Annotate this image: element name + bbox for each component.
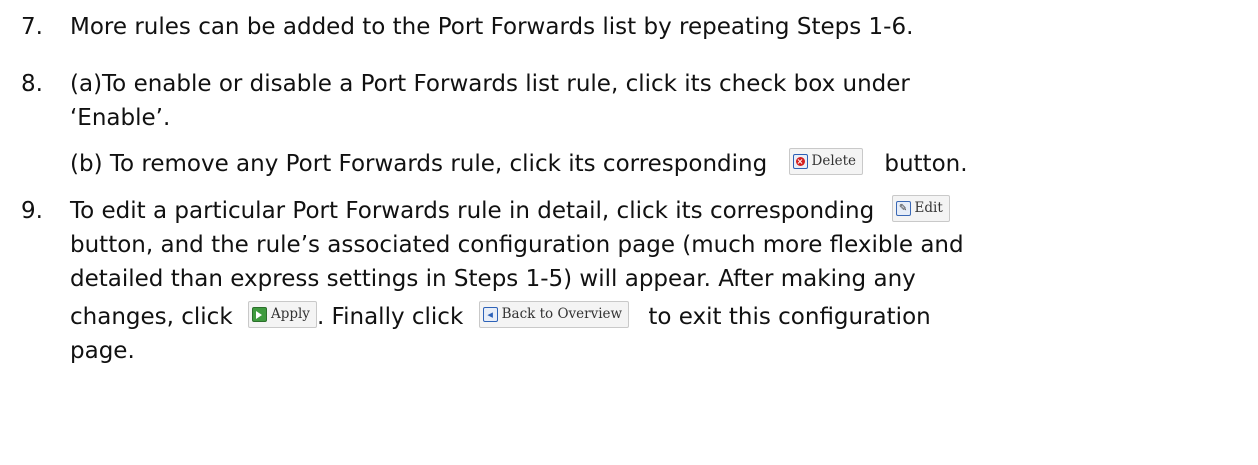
step-8-line-1: (a)To enable or disable a Port Forwards …: [70, 71, 910, 97]
step-9-line-5: page.: [70, 338, 135, 364]
edit-button-label: Edit: [914, 199, 943, 216]
step-9-line-3: detailed than express settings in Steps …: [70, 266, 916, 292]
delete-icon: ×: [792, 154, 808, 169]
step-number: 7.: [21, 14, 43, 40]
back-arrow-icon: ◂: [482, 307, 498, 322]
step-8-line-3-text: (b) To remove any Port Forwards rule, cl…: [70, 151, 768, 177]
step-8-line-2: ‘Enable’.: [70, 105, 171, 131]
step-9-line-2: button, and the rule’s associated config…: [70, 232, 964, 258]
step-9-line-4-text-a: changes, click: [70, 304, 233, 330]
apply-button[interactable]: Apply: [247, 301, 317, 328]
back-to-overview-button[interactable]: ◂ Back to Overview: [478, 301, 630, 328]
step-9-line-4: changes, click Apply . Finally click ◂ B…: [70, 300, 931, 334]
apply-icon: [251, 307, 267, 322]
step-9-line-1-text: To edit a particular Port Forwards rule …: [70, 198, 875, 224]
apply-button-label: Apply: [270, 305, 310, 322]
back-to-overview-label: Back to Overview: [501, 305, 623, 322]
step-8-line-3-suffix: button.: [884, 151, 968, 177]
edit-button[interactable]: ✎ Edit: [891, 195, 950, 222]
step-9-line-4-text-c: to exit this configuration: [648, 304, 931, 330]
delete-button-label: Delete: [811, 152, 857, 169]
step-8-line-3: (b) To remove any Port Forwards rule, cl…: [70, 147, 968, 181]
step-number: 9.: [21, 198, 43, 224]
delete-button[interactable]: × Delete: [788, 148, 864, 175]
step-7-line-1: More rules can be added to the Port Forw…: [70, 14, 914, 40]
step-number: 8.: [21, 71, 43, 97]
instruction-document: 7. More rules can be added to the Port F…: [0, 0, 1258, 465]
edit-icon: ✎: [895, 201, 911, 216]
step-9-line-4-text-b: . Finally click: [316, 304, 464, 330]
step-9-line-1: To edit a particular Port Forwards rule …: [70, 194, 950, 228]
